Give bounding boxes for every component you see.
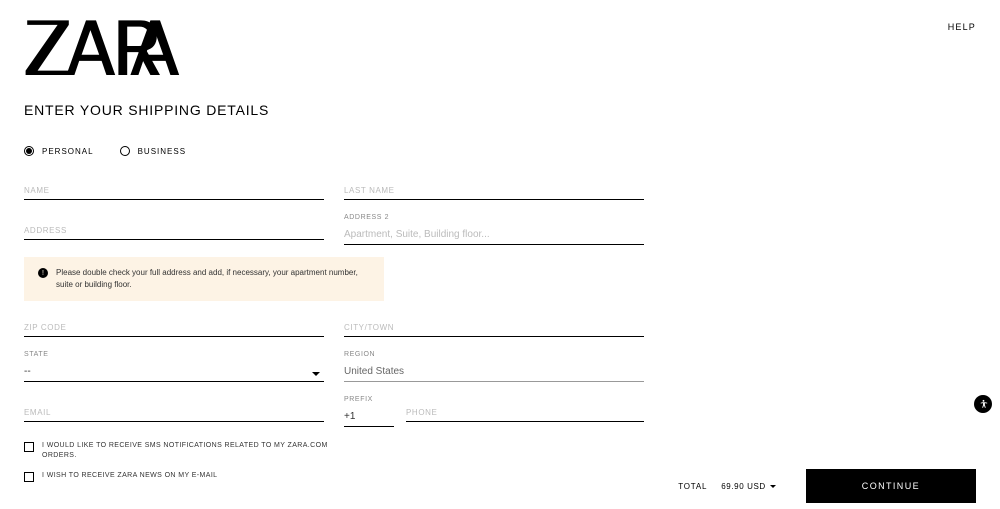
sms-checkbox[interactable]	[24, 442, 34, 452]
state-select[interactable]	[24, 366, 324, 382]
region-label: REGION	[344, 351, 644, 358]
news-checkbox-row: I WISH TO RECEIVE ZARA NEWS ON MY E-MAIL	[24, 471, 364, 482]
info-icon: !	[38, 268, 48, 278]
continue-button[interactable]: CONTINUE	[806, 469, 976, 503]
prefix-input[interactable]	[344, 411, 394, 427]
phone-input[interactable]	[406, 406, 644, 422]
total-summary[interactable]: TOTAL 69.90 USD	[678, 482, 776, 491]
zara-logo[interactable]	[24, 15, 184, 88]
state-field: STATE	[24, 351, 324, 382]
news-checkbox[interactable]	[24, 472, 34, 482]
address2-label: ADDRESS 2	[344, 214, 644, 221]
address-warning: ! Please double check your full address …	[24, 257, 384, 301]
region-value	[344, 366, 644, 382]
last-name-field	[344, 180, 644, 200]
city-field	[344, 317, 644, 337]
radio-icon-filled	[24, 146, 34, 156]
radio-business[interactable]: BUSINESS	[120, 146, 186, 156]
phone-group: PREFIX	[344, 396, 644, 427]
address-input[interactable]	[24, 224, 324, 240]
sms-checkbox-row: I WOULD LIKE TO RECEIVE SMS NOTIFICATION…	[24, 441, 364, 461]
email-input[interactable]	[24, 406, 324, 422]
phone-field	[406, 396, 644, 427]
sms-checkbox-label: I WOULD LIKE TO RECEIVE SMS NOTIFICATION…	[42, 441, 364, 461]
accessibility-button[interactable]	[974, 395, 992, 413]
name-field	[24, 180, 324, 200]
zip-field	[24, 317, 324, 337]
accessibility-icon	[978, 399, 989, 410]
news-checkbox-label: I WISH TO RECEIVE ZARA NEWS ON MY E-MAIL	[42, 471, 217, 481]
page-title: ENTER YOUR SHIPPING DETAILS	[24, 102, 976, 118]
chevron-down-icon	[770, 485, 776, 488]
zip-input[interactable]	[24, 321, 324, 337]
radio-label-business: BUSINESS	[138, 147, 186, 156]
account-type-radio-group: PERSONAL BUSINESS	[24, 146, 976, 156]
total-label: TOTAL	[678, 482, 707, 491]
warning-text: Please double check your full address an…	[56, 267, 370, 291]
prefix-field: PREFIX	[344, 396, 394, 427]
help-link[interactable]: HELP	[948, 22, 976, 32]
name-input[interactable]	[24, 184, 324, 200]
chevron-down-icon	[312, 372, 320, 376]
prefix-label: PREFIX	[344, 396, 394, 403]
address2-field: ADDRESS 2	[344, 214, 644, 245]
email-field	[24, 402, 324, 427]
radio-label-personal: PERSONAL	[42, 147, 94, 156]
address2-input[interactable]	[344, 229, 644, 245]
state-label: STATE	[24, 351, 324, 358]
footer: TOTAL 69.90 USD CONTINUE	[678, 469, 976, 503]
address-field	[24, 220, 324, 245]
city-input[interactable]	[344, 321, 644, 337]
total-value: 69.90 USD	[721, 482, 776, 491]
radio-personal[interactable]: PERSONAL	[24, 146, 94, 156]
radio-icon-empty	[120, 146, 130, 156]
region-field: REGION	[344, 351, 644, 382]
last-name-input[interactable]	[344, 184, 644, 200]
total-amount: 69.90 USD	[721, 482, 766, 491]
